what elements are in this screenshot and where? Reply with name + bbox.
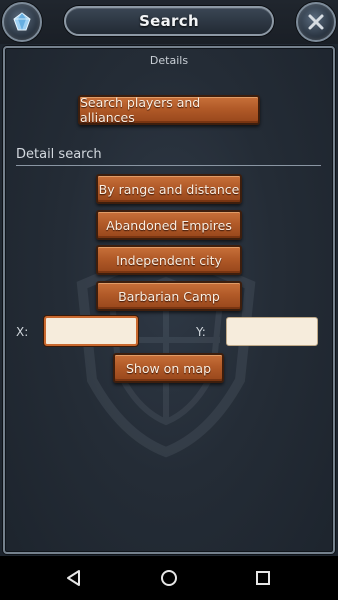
page-title: Search xyxy=(139,12,199,30)
close-button[interactable] xyxy=(296,2,336,42)
system-navigation-bar xyxy=(0,556,338,600)
top-bar: Search xyxy=(0,0,338,44)
detail-search-heading: Detail search xyxy=(16,147,321,166)
crystal-icon xyxy=(13,12,31,31)
y-coordinate-input[interactable] xyxy=(226,317,318,346)
nav-home-button[interactable] xyxy=(157,566,181,590)
title-plate: Search xyxy=(64,6,274,36)
by-range-distance-button[interactable]: By range and distance xyxy=(96,174,242,204)
crystal-button[interactable] xyxy=(2,2,42,42)
show-on-map-button[interactable]: Show on map xyxy=(113,353,224,383)
close-icon xyxy=(308,14,324,30)
home-icon xyxy=(161,570,177,586)
x-coordinate-label: X: xyxy=(16,325,29,339)
x-coordinate-input[interactable] xyxy=(44,316,138,346)
back-icon xyxy=(67,570,80,586)
y-coordinate-label: Y: xyxy=(196,325,206,339)
barbarian-camp-button[interactable]: Barbarian Camp xyxy=(96,281,242,311)
independent-city-button[interactable]: Independent city xyxy=(96,245,242,275)
search-screen: Search Details Search players and allian… xyxy=(0,0,338,600)
recents-icon xyxy=(256,571,270,585)
search-players-alliances-button[interactable]: Search players and alliances xyxy=(78,95,260,125)
panel-subtitle: Details xyxy=(149,54,189,67)
abandoned-empires-button[interactable]: Abandoned Empires xyxy=(96,210,242,240)
nav-back-button[interactable] xyxy=(62,566,86,590)
nav-recents-button[interactable] xyxy=(251,566,275,590)
